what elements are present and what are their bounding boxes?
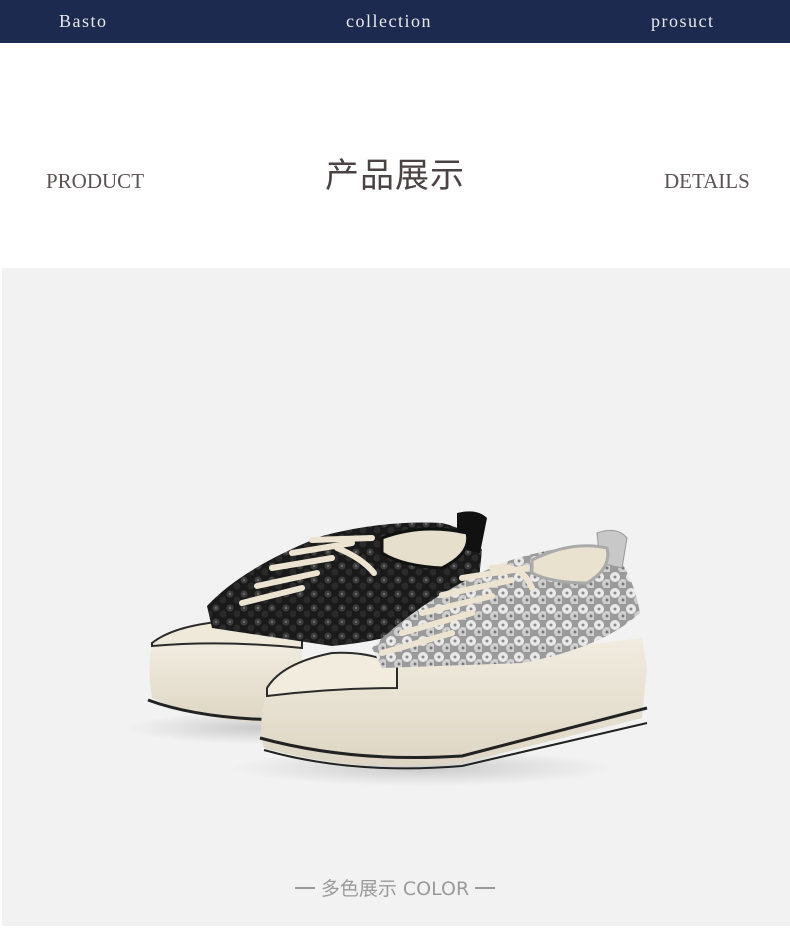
product-photo [2, 268, 790, 926]
heading-left-label: PRODUCT [46, 169, 145, 193]
top-nav-bar: Basto collection prosuct [0, 0, 790, 43]
color-caption-text: 多色展示 COLOR [320, 878, 470, 900]
nav-item-collection[interactable]: collection [346, 11, 432, 32]
color-caption: 多色展示 COLOR [0, 874, 790, 901]
nav-item-basto[interactable]: Basto [59, 11, 108, 32]
section-heading: PRODUCT 产品展示 DETAILS [0, 43, 790, 268]
heading-title: 产品展示 [325, 156, 465, 196]
sneakers-illustration [127, 511, 648, 786]
caption-dash-left [294, 887, 315, 889]
heading-right-label: DETAILS [664, 169, 750, 193]
caption-dash-right [475, 887, 496, 889]
nav-item-prosuct[interactable]: prosuct [651, 11, 715, 32]
